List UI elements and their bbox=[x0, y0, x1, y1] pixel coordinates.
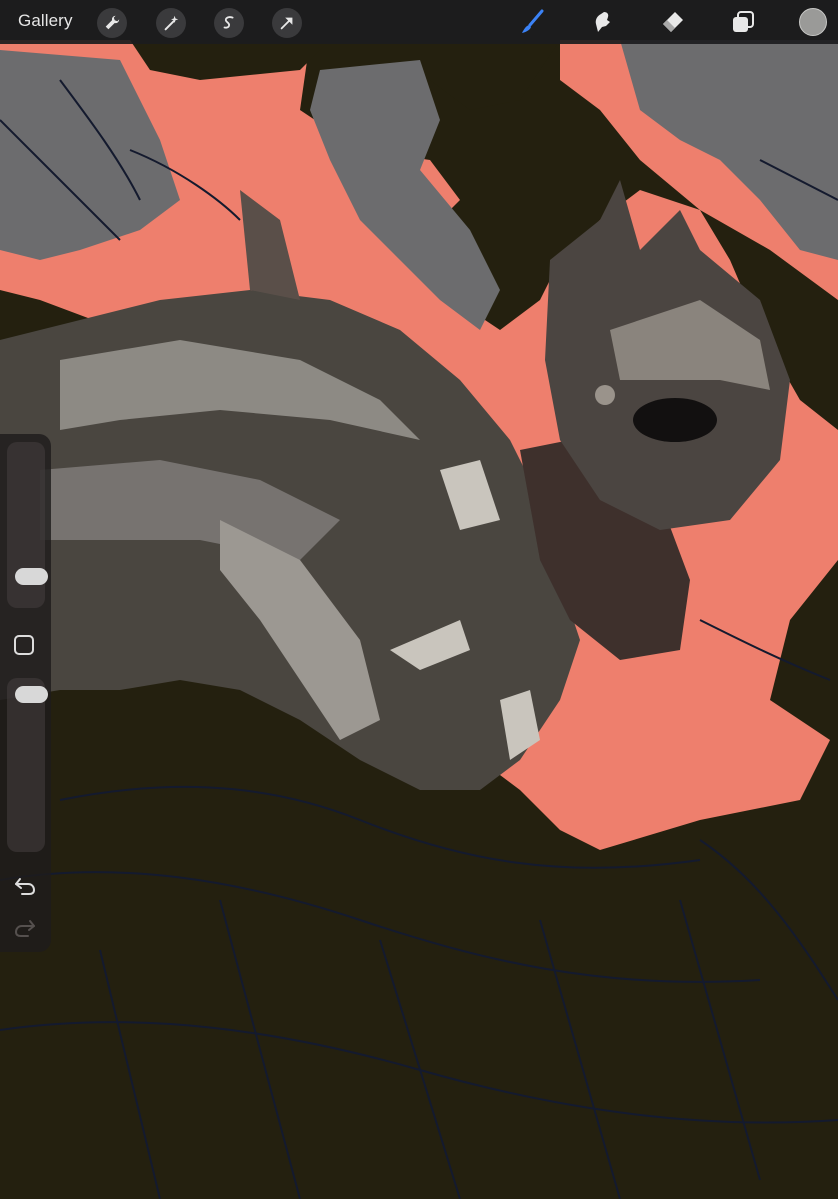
opacity-slider[interactable] bbox=[7, 678, 48, 852]
undo-button[interactable] bbox=[13, 875, 37, 897]
brush-tool-button[interactable] bbox=[516, 6, 548, 38]
brush-size-slider-thumb[interactable] bbox=[15, 568, 48, 585]
layers-icon bbox=[733, 11, 754, 32]
smudge-icon bbox=[595, 12, 610, 32]
magic-wand-icon bbox=[164, 15, 179, 31]
helmet-rivet bbox=[595, 385, 615, 405]
opacity-slider-thumb[interactable] bbox=[15, 686, 48, 703]
layers-button[interactable] bbox=[727, 6, 759, 38]
selection-button[interactable] bbox=[214, 8, 244, 38]
left-sidebar bbox=[0, 434, 51, 952]
color-picker-button[interactable] bbox=[799, 8, 827, 36]
adjustments-button[interactable] bbox=[156, 8, 186, 38]
helmet-eye-slot bbox=[633, 398, 717, 442]
redo-button[interactable] bbox=[13, 917, 37, 939]
transform-button[interactable] bbox=[272, 8, 302, 38]
undo-icon bbox=[15, 878, 36, 895]
selection-icon bbox=[223, 16, 234, 29]
actions-button[interactable] bbox=[97, 8, 127, 38]
smudge-tool-button[interactable] bbox=[586, 6, 618, 38]
gallery-button[interactable]: Gallery bbox=[18, 11, 73, 31]
modify-button[interactable] bbox=[14, 635, 34, 655]
eraser-icon bbox=[663, 12, 683, 32]
brush-size-slider[interactable] bbox=[7, 442, 48, 608]
top-toolbar: Gallery bbox=[0, 0, 838, 44]
brush-icon bbox=[522, 9, 544, 33]
eraser-tool-button[interactable] bbox=[656, 6, 688, 38]
drawing-canvas[interactable] bbox=[0, 0, 838, 1199]
wrench-icon bbox=[105, 15, 120, 30]
redo-icon bbox=[14, 920, 35, 937]
transform-arrow-icon bbox=[280, 17, 293, 30]
